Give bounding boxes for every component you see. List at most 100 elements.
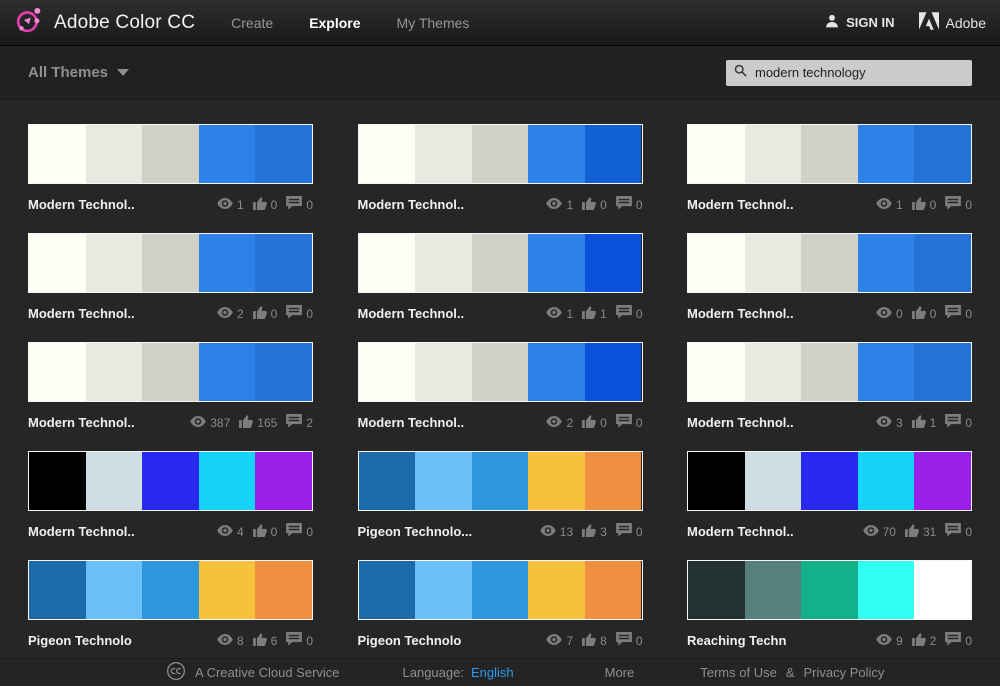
color-swatch[interactable] <box>688 452 745 510</box>
color-swatch[interactable] <box>528 561 585 619</box>
color-swatch[interactable] <box>29 561 86 619</box>
color-swatch[interactable] <box>688 343 745 401</box>
theme-palette[interactable] <box>358 560 643 620</box>
color-swatch[interactable] <box>745 561 802 619</box>
color-swatch[interactable] <box>914 125 971 183</box>
color-swatch[interactable] <box>858 234 915 292</box>
theme-palette[interactable] <box>687 124 972 184</box>
color-swatch[interactable] <box>528 125 585 183</box>
language-value-link[interactable]: English <box>471 665 514 680</box>
color-swatch[interactable] <box>359 234 416 292</box>
color-swatch[interactable] <box>585 234 642 292</box>
color-swatch[interactable] <box>255 561 312 619</box>
more-menu[interactable]: More <box>605 665 635 680</box>
color-swatch[interactable] <box>472 343 529 401</box>
color-swatch[interactable] <box>801 125 858 183</box>
theme-card[interactable]: Modern Technol.. 2 <box>28 233 313 322</box>
color-swatch[interactable] <box>359 343 416 401</box>
color-swatch[interactable] <box>472 125 529 183</box>
app-logo[interactable]: Adobe Color CC <box>14 5 195 40</box>
color-swatch[interactable] <box>528 343 585 401</box>
color-swatch[interactable] <box>858 452 915 510</box>
theme-card[interactable]: Modern Technol.. 1 <box>28 124 313 213</box>
color-swatch[interactable] <box>472 452 529 510</box>
color-swatch[interactable] <box>255 234 312 292</box>
color-swatch[interactable] <box>359 561 416 619</box>
color-swatch[interactable] <box>199 343 256 401</box>
theme-palette[interactable] <box>687 451 972 511</box>
color-swatch[interactable] <box>29 125 86 183</box>
all-themes-dropdown[interactable]: All Themes <box>28 64 129 81</box>
color-swatch[interactable] <box>359 125 416 183</box>
color-swatch[interactable] <box>801 561 858 619</box>
color-swatch[interactable] <box>858 125 915 183</box>
color-swatch[interactable] <box>472 561 529 619</box>
color-swatch[interactable] <box>415 452 472 510</box>
theme-card[interactable]: Modern Technol.. 0 <box>687 233 972 322</box>
theme-card[interactable]: Modern Technol.. 1 <box>687 124 972 213</box>
color-swatch[interactable] <box>29 452 86 510</box>
theme-card[interactable]: Modern Technol.. 1 <box>358 124 643 213</box>
theme-card[interactable]: Pigeon Technolo... 13 <box>358 451 643 540</box>
color-swatch[interactable] <box>359 452 416 510</box>
color-swatch[interactable] <box>255 343 312 401</box>
color-swatch[interactable] <box>142 343 199 401</box>
color-swatch[interactable] <box>415 234 472 292</box>
color-swatch[interactable] <box>745 234 802 292</box>
theme-palette[interactable] <box>687 342 972 402</box>
color-swatch[interactable] <box>745 452 802 510</box>
color-swatch[interactable] <box>858 343 915 401</box>
theme-palette[interactable] <box>687 560 972 620</box>
color-swatch[interactable] <box>914 343 971 401</box>
color-swatch[interactable] <box>801 452 858 510</box>
color-swatch[interactable] <box>472 234 529 292</box>
color-swatch[interactable] <box>142 452 199 510</box>
color-swatch[interactable] <box>86 561 143 619</box>
color-swatch[interactable] <box>858 561 915 619</box>
color-swatch[interactable] <box>415 561 472 619</box>
theme-card[interactable]: Pigeon Technolo 7 <box>358 560 643 649</box>
theme-palette[interactable] <box>28 124 313 184</box>
theme-card[interactable]: Modern Technol.. 2 <box>358 342 643 431</box>
theme-palette[interactable] <box>358 124 643 184</box>
color-swatch[interactable] <box>914 452 971 510</box>
color-swatch[interactable] <box>585 343 642 401</box>
theme-card[interactable]: Modern Technol.. 3 <box>687 342 972 431</box>
color-swatch[interactable] <box>199 125 256 183</box>
color-swatch[interactable] <box>142 234 199 292</box>
nav-my-themes[interactable]: My Themes <box>397 15 470 31</box>
color-swatch[interactable] <box>142 125 199 183</box>
theme-card[interactable]: Pigeon Technolo 8 <box>28 560 313 649</box>
color-swatch[interactable] <box>255 125 312 183</box>
color-swatch[interactable] <box>688 125 745 183</box>
theme-card[interactable]: Modern Technol.. 70 <box>687 451 972 540</box>
color-swatch[interactable] <box>86 234 143 292</box>
search-box[interactable] <box>726 60 972 86</box>
theme-palette[interactable] <box>28 233 313 293</box>
color-swatch[interactable] <box>801 343 858 401</box>
color-swatch[interactable] <box>745 343 802 401</box>
color-swatch[interactable] <box>415 125 472 183</box>
theme-card[interactable]: Reaching Techn 9 <box>687 560 972 649</box>
color-swatch[interactable] <box>29 234 86 292</box>
color-swatch[interactable] <box>415 343 472 401</box>
color-swatch[interactable] <box>255 452 312 510</box>
theme-card[interactable]: Modern Technol.. 4 <box>28 451 313 540</box>
color-swatch[interactable] <box>199 234 256 292</box>
color-swatch[interactable] <box>585 125 642 183</box>
color-swatch[interactable] <box>86 343 143 401</box>
color-swatch[interactable] <box>86 125 143 183</box>
color-swatch[interactable] <box>199 561 256 619</box>
sign-in-button[interactable]: SIGN IN <box>825 14 894 31</box>
color-swatch[interactable] <box>29 343 86 401</box>
color-swatch[interactable] <box>688 561 745 619</box>
terms-of-use-link[interactable]: Terms of Use <box>700 665 777 680</box>
theme-palette[interactable] <box>28 342 313 402</box>
color-swatch[interactable] <box>142 561 199 619</box>
color-swatch[interactable] <box>585 561 642 619</box>
color-swatch[interactable] <box>585 452 642 510</box>
color-swatch[interactable] <box>801 234 858 292</box>
color-swatch[interactable] <box>914 234 971 292</box>
theme-palette[interactable] <box>687 233 972 293</box>
color-swatch[interactable] <box>86 452 143 510</box>
